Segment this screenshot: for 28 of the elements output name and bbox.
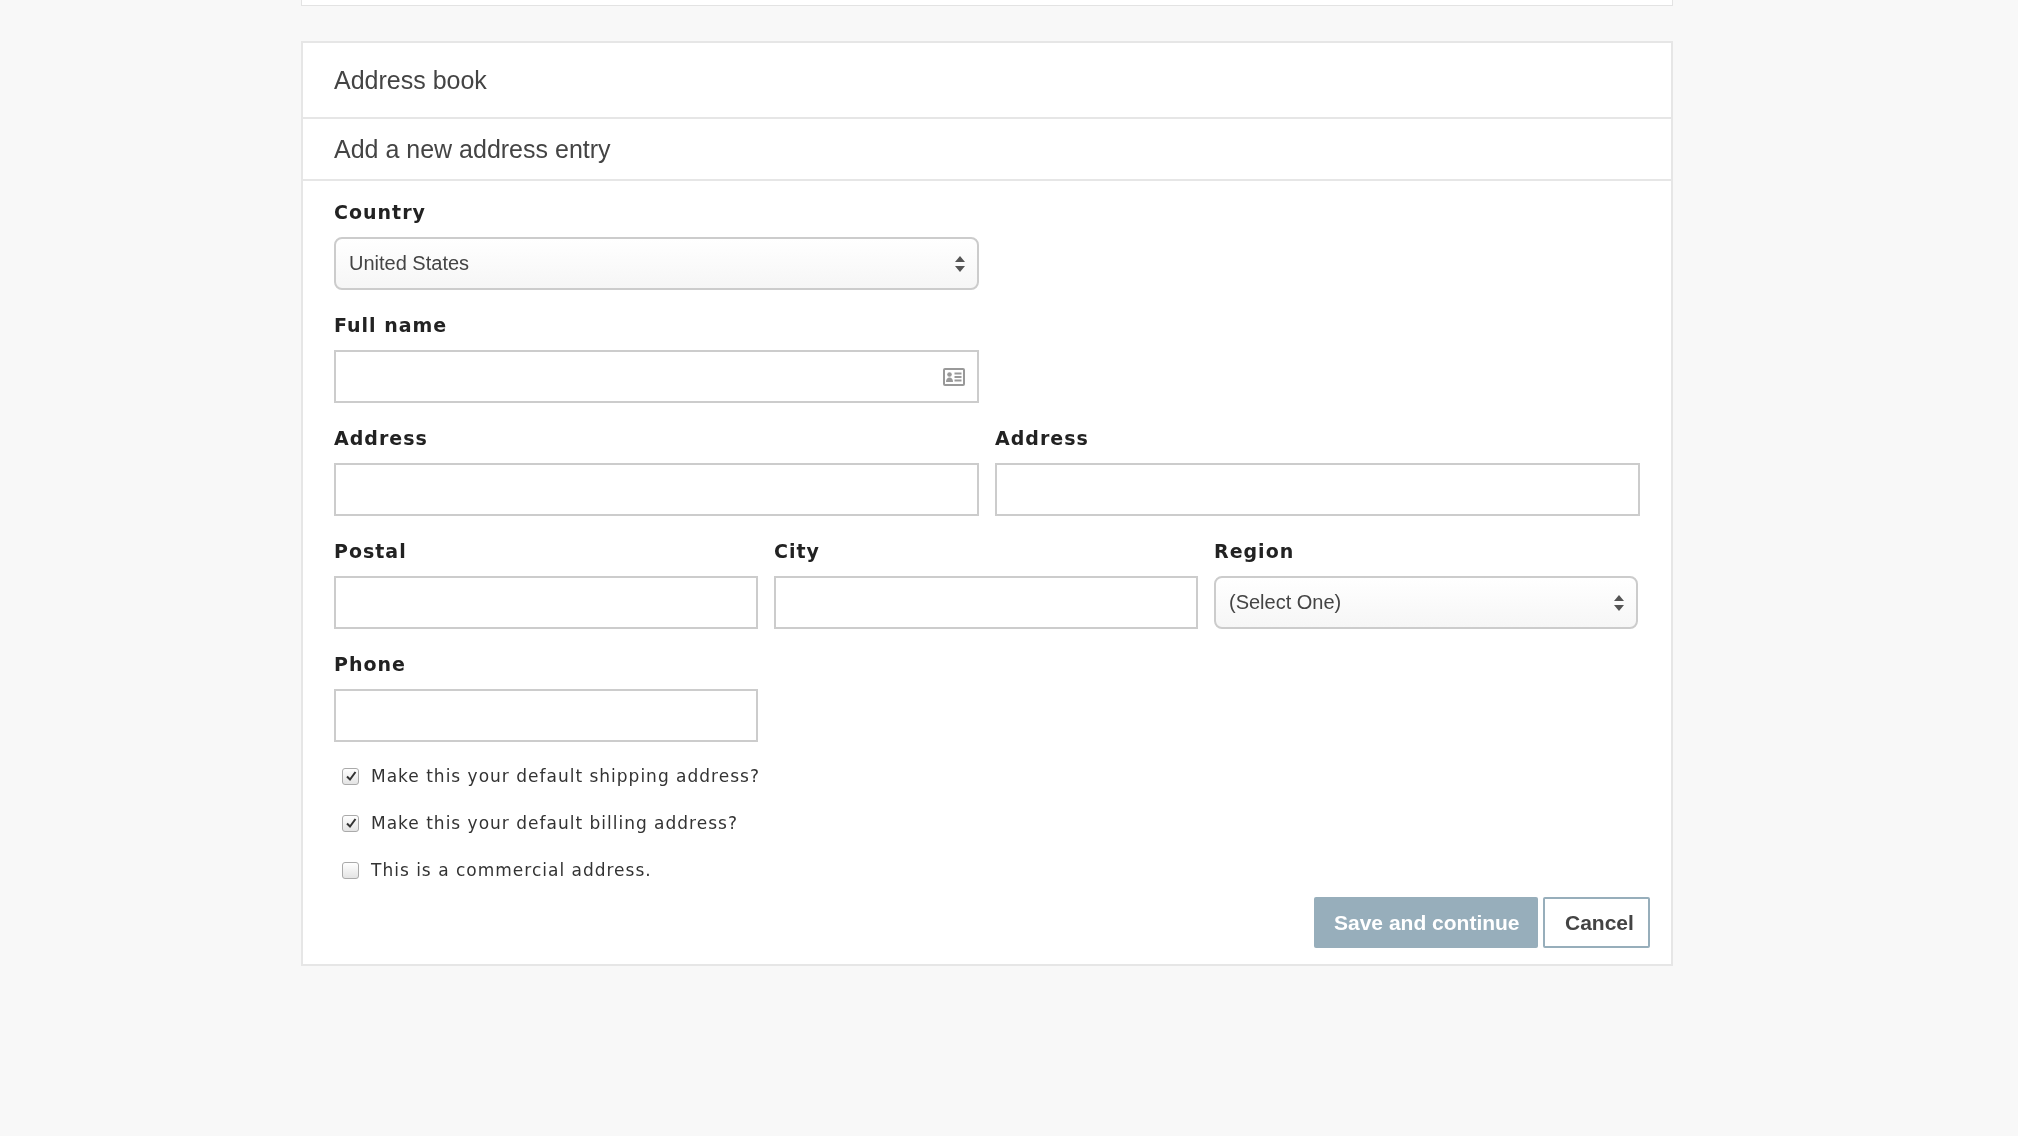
- field-label: Full name: [334, 314, 449, 336]
- input-field[interactable]: [334, 463, 979, 516]
- field-label: Address: [334, 427, 429, 449]
- dropdown[interactable]: United States: [334, 237, 979, 290]
- checkbox[interactable]: [342, 861, 359, 879]
- checkbox-label: This is a commercial address.: [371, 860, 652, 880]
- input-field[interactable]: [334, 689, 758, 742]
- field-label: Country: [334, 201, 427, 223]
- contact-card-icon: [943, 367, 965, 386]
- sort-arrows-icon: [1614, 594, 1624, 611]
- section-title: Add a new address entry: [334, 134, 611, 164]
- field-label: Postal: [334, 540, 408, 562]
- checkbox[interactable]: [342, 814, 359, 832]
- input-field[interactable]: [995, 463, 1640, 516]
- panel-title: Address book: [334, 65, 487, 95]
- input-field[interactable]: [334, 576, 758, 629]
- field-label: City: [774, 540, 821, 562]
- field-label: Address: [995, 427, 1090, 449]
- checkbox-label: Make this your default shipping address?: [371, 766, 760, 786]
- sort-arrows-icon: [955, 255, 965, 272]
- field-label: Phone: [334, 653, 407, 675]
- checkbox[interactable]: [342, 767, 359, 785]
- cancel-button[interactable]: Cancel: [1543, 897, 1650, 948]
- input-field[interactable]: [774, 576, 1198, 629]
- input-field[interactable]: [334, 350, 979, 403]
- checkbox-label: Make this your default billing address?: [371, 813, 738, 833]
- field-label: Region: [1214, 540, 1296, 562]
- dropdown[interactable]: (Select One): [1214, 576, 1638, 629]
